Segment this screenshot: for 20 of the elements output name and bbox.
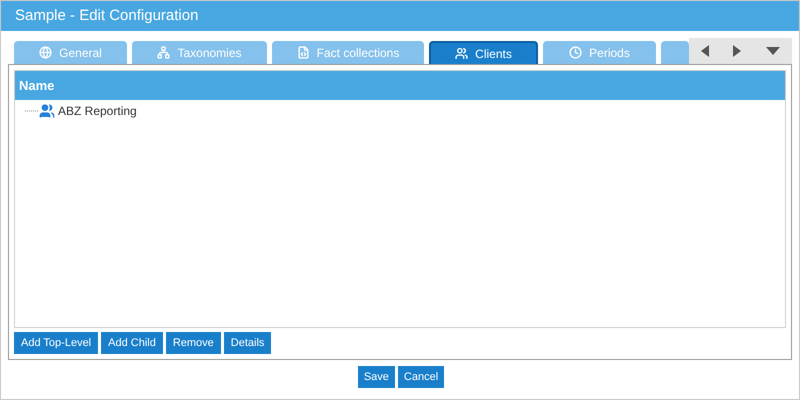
- left-arrow-icon[interactable]: [701, 45, 710, 57]
- right-arrow-icon[interactable]: [733, 45, 742, 57]
- tree-item[interactable]: ABZ Reporting: [58, 102, 137, 120]
- hierarchy-icon: [157, 46, 170, 59]
- dialog-button[interactable]: Cancel: [398, 366, 444, 388]
- users-icon: [39, 103, 55, 119]
- globe-icon: [39, 46, 52, 59]
- tab[interactable]: Clients: [429, 41, 538, 64]
- tree-action-button[interactable]: Remove: [166, 332, 221, 354]
- code-file-icon: [296, 46, 310, 59]
- column-header: Name: [19, 76, 54, 95]
- dropdown-arrow-icon[interactable]: [766, 47, 780, 55]
- users-icon: [455, 47, 468, 60]
- tree-action-button[interactable]: Add Child: [101, 332, 163, 354]
- tree-action-button[interactable]: Add Top-Level: [14, 332, 98, 354]
- window-title: Sample - Edit Configuration: [15, 6, 198, 26]
- dialog-button[interactable]: Save: [358, 366, 395, 388]
- tree-action-button[interactable]: Details: [224, 332, 272, 354]
- tree-connector: [25, 110, 39, 112]
- clock-icon: [569, 46, 582, 59]
